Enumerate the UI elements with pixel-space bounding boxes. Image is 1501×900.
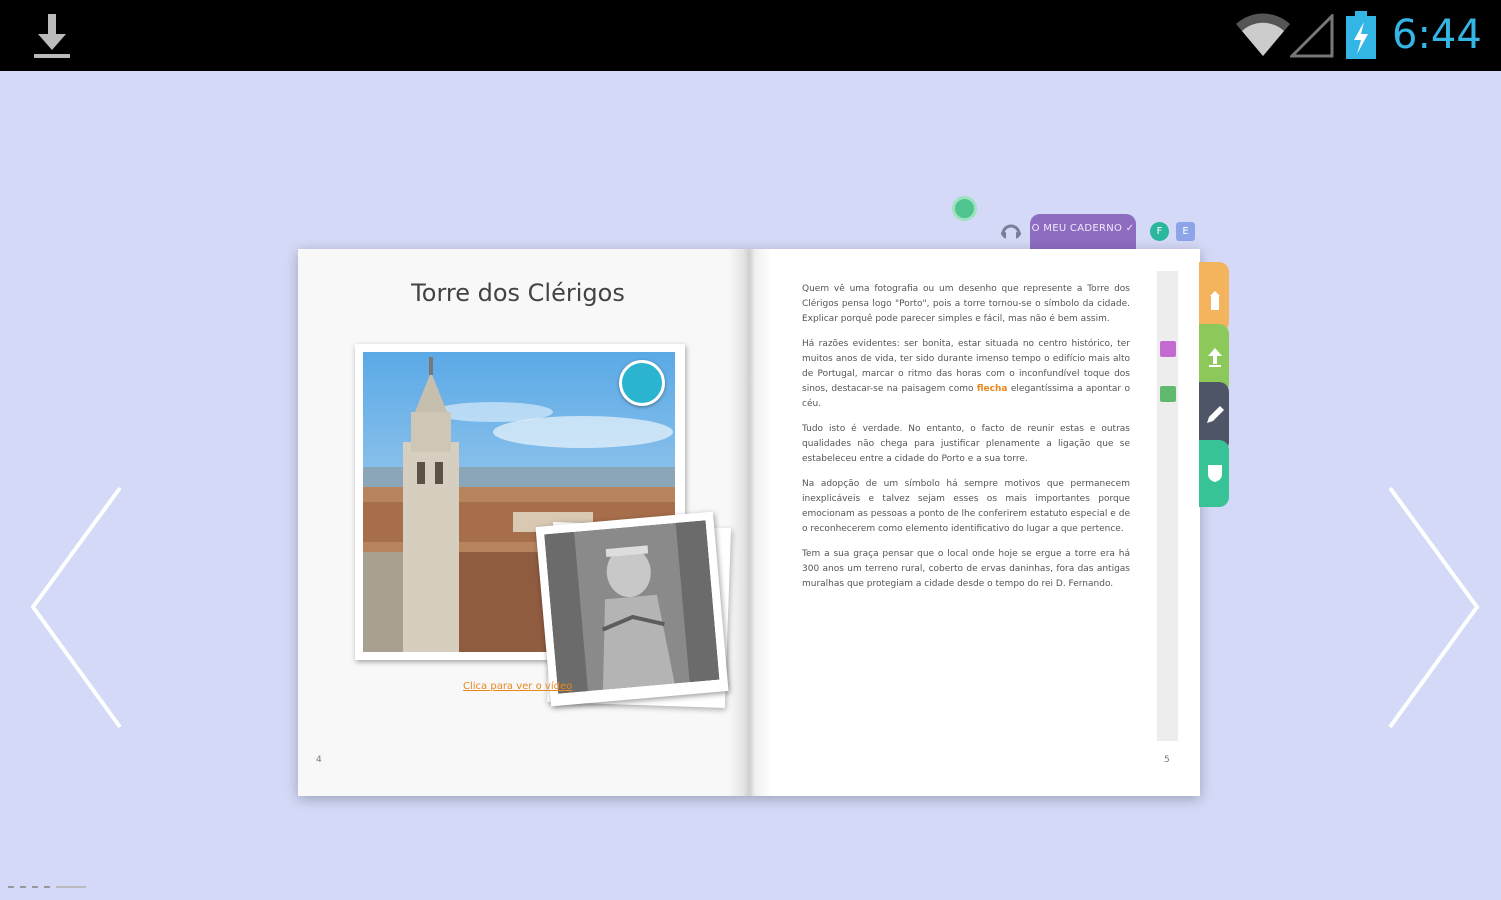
article-text: Quem vê uma fotografia ou um desenho que… (802, 282, 1130, 602)
tower-icon (1210, 291, 1220, 310)
badge-f[interactable]: F (1150, 222, 1169, 241)
battery-charging-icon (1346, 11, 1376, 59)
wifi-icon (1236, 13, 1290, 57)
statue-photo[interactable] (535, 511, 729, 707)
note-icon[interactable] (1160, 341, 1176, 357)
image-icon[interactable] (1160, 386, 1176, 402)
paragraph: Na adopção de um símbolo há sempre motiv… (802, 479, 1130, 534)
paragraph: Tudo isto é verdade. No entanto, o facto… (802, 424, 1130, 464)
clock: 6:44 (1392, 12, 1482, 58)
paragraph: Há razões evidentes: ser bonita, estar s… (802, 337, 1130, 412)
page-number-right: 5 (1164, 755, 1170, 765)
left-page: Torre dos Clérigos Clica para ver o víde… (298, 249, 749, 796)
page-number-left: 4 (316, 755, 322, 765)
book-spread: Torre dos Clérigos Clica para ver o víde… (298, 249, 1200, 796)
pen-icon (1207, 406, 1224, 423)
paragraph: Quem vê uma fotografia ou um desenho que… (802, 284, 1130, 324)
badge-e[interactable]: E (1176, 222, 1195, 241)
headphones-icon[interactable] (1000, 220, 1022, 240)
tab-tower[interactable] (1199, 262, 1229, 332)
chat-icon[interactable] (952, 196, 977, 221)
download-icon[interactable] (30, 12, 74, 60)
virtual-tour-icon[interactable] (619, 360, 665, 406)
paragraph: Tem a sua graça pensar que o local onde … (802, 549, 1130, 589)
next-page-arrow[interactable] (1385, 485, 1485, 730)
page-title: Torre dos Clérigos (411, 279, 625, 307)
shield-icon (1208, 465, 1222, 482)
right-page: Quem vê uma fotografia ou um desenho que… (749, 249, 1200, 796)
statue-image (544, 520, 720, 694)
previous-page-arrow[interactable] (25, 485, 125, 730)
glossary-word[interactable]: flecha (977, 384, 1008, 394)
upload-icon (1208, 348, 1222, 367)
status-bar: 6:44 (0, 0, 1501, 71)
book-spine (728, 249, 772, 796)
signal-icon (1290, 14, 1334, 58)
side-tabs (1199, 262, 1229, 507)
watch-video-link[interactable]: Clica para ver o vídeo (463, 681, 572, 692)
page-indicator-dots (8, 886, 86, 888)
tab-shield[interactable] (1199, 440, 1229, 507)
my-notebook-tab[interactable]: O MEU CADERNO ✓ (1030, 214, 1136, 250)
